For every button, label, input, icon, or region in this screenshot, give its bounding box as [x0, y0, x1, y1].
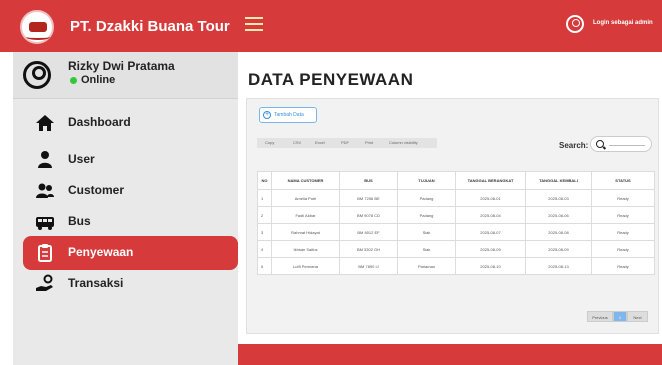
table-row: 3 Rahmat Hidayat BM 8012 EF Siak 2025-08… — [257, 223, 655, 241]
export-pdf-button[interactable]: PDF — [341, 140, 349, 145]
users-icon — [36, 183, 54, 198]
previous-page-button[interactable]: Previous — [587, 311, 613, 322]
bus-icon — [36, 217, 54, 230]
hamburger-menu-icon[interactable] — [245, 17, 263, 31]
search-label: Search: — [559, 141, 589, 150]
table-cell: 4 — [257, 240, 272, 258]
user-icon — [38, 151, 52, 168]
table-cell: Siak — [397, 223, 456, 241]
table-cell: Ready — [591, 206, 655, 224]
sidebar-item-customer[interactable]: Customer — [23, 176, 238, 206]
table-cell: 3 — [257, 223, 272, 241]
sidebar-item-user[interactable]: User — [23, 145, 238, 175]
table-cell: 5 — [257, 257, 272, 275]
column-header[interactable]: NO — [257, 171, 272, 190]
hand-coin-icon — [36, 274, 53, 291]
table-cell: Ready — [591, 223, 655, 241]
table-row: 1 Amelia Putri BM 7256 BE Padang 2025-08… — [257, 189, 655, 207]
column-header[interactable]: TUJUAN — [397, 171, 456, 190]
table-row: 5 Lutfi Permana BM 7890 IJ Pariaman 2025… — [257, 257, 655, 275]
pagination: Previous 1 Next — [587, 311, 648, 322]
column-header[interactable]: TANGGAL KEMBALI — [525, 171, 592, 190]
footer-bar — [238, 344, 662, 365]
table-cell: BM 7890 IJ — [339, 257, 398, 275]
user-profile: Rizky Dwi Pratama Online — [13, 52, 238, 99]
table-cell: 2025-08-06 — [525, 206, 592, 224]
clipboard-icon — [38, 244, 52, 262]
page-1-button[interactable]: 1 — [613, 311, 627, 322]
next-page-button[interactable]: Next — [627, 311, 648, 322]
table-cell: 2025-08-10 — [455, 257, 526, 275]
sidebar-item-dashboard[interactable]: Dashboard — [23, 108, 238, 138]
table-cell: Siak — [397, 240, 456, 258]
export-buttons: Copy CSV Excel PDF Print Column visibili… — [257, 138, 437, 148]
table-cell: 2025-08-07 — [455, 223, 526, 241]
brand-name: PT. Dzakki Buana Tour — [70, 18, 230, 35]
table-cell: Pariaman — [397, 257, 456, 275]
avatar-icon — [23, 61, 51, 89]
table-cell: 2025-08-03 — [525, 189, 592, 207]
table-cell: Padang — [397, 189, 456, 207]
table-cell: Padang — [397, 206, 456, 224]
table-cell: Ready — [591, 240, 655, 258]
export-print-button[interactable]: Print — [365, 140, 373, 145]
rental-table: NO NAMA CUSTOMER BUS TUJUAN TANGGAL BERA… — [257, 171, 655, 275]
table-cell: BM 7256 BE — [339, 189, 398, 207]
column-visibility-button[interactable]: Column visibility — [389, 140, 418, 145]
brand-logo — [20, 10, 54, 44]
home-icon — [36, 115, 54, 131]
plus-circle-icon: + — [263, 111, 271, 119]
search-icon — [596, 140, 604, 148]
profile-name: Rizky Dwi Pratama — [68, 59, 175, 73]
sidebar-item-label: Dashboard — [68, 115, 131, 129]
online-status-text: Online — [81, 74, 116, 86]
table-cell: Ready — [591, 257, 655, 275]
page-title: DATA PENYEWAAN — [248, 70, 414, 89]
table-cell: 2025-08-09 — [525, 240, 592, 258]
data-card: + Tambah Data Copy CSV Excel PDF Print C… — [246, 98, 659, 334]
table-cell: 2025-08-09 — [455, 240, 526, 258]
sidebar-item-transaksi[interactable]: Transaksi — [23, 269, 238, 299]
sidebar-item-penyewaan[interactable]: Penyewaan — [23, 236, 238, 270]
table-cell: Ikhsan Saifus — [271, 240, 340, 258]
table-cell: 2025-08-08 — [525, 223, 592, 241]
export-copy-button[interactable]: Copy — [265, 140, 274, 145]
table-cell: Lutfi Permana — [271, 257, 340, 275]
table-cell: Amelia Putri — [271, 189, 340, 207]
table-cell: BM 9078 CD — [339, 206, 398, 224]
online-status-dot — [70, 77, 77, 84]
add-data-label: Tambah Data — [274, 112, 304, 118]
table-cell: 1 — [257, 189, 272, 207]
sidebar-item-label: Transaksi — [68, 276, 124, 290]
top-bar: PT. Dzakki Buana Tour Login sebagai admi… — [0, 0, 662, 52]
sidebar-item-label: User — [68, 152, 95, 166]
column-header[interactable]: BUS — [339, 171, 398, 190]
table-cell: BM 8012 EF — [339, 223, 398, 241]
table-cell: Ready — [591, 189, 655, 207]
table-header-row: NO NAMA CUSTOMER BUS TUJUAN TANGGAL BERA… — [257, 171, 655, 190]
export-excel-button[interactable]: Excel — [315, 140, 325, 145]
table-row: 4 Ikhsan Saifus BM 3302 GH Siak 2025-08-… — [257, 240, 655, 258]
sidebar-item-bus[interactable]: Bus — [23, 207, 238, 237]
sidebar: Rizky Dwi Pratama Online Dashboard User … — [13, 52, 238, 365]
sidebar-item-label: Penyewaan — [68, 245, 134, 259]
column-header[interactable]: STATUS — [591, 171, 655, 190]
table-row: 2 Fadli Akbar BM 9078 CD Padang 2025-08-… — [257, 206, 655, 224]
column-header[interactable]: TANGGAL BERANGKAT — [455, 171, 526, 190]
table-cell: BM 3302 GH — [339, 240, 398, 258]
sidebar-item-label: Bus — [68, 214, 91, 228]
table-cell: 2025-08-01 — [455, 189, 526, 207]
table-cell: 2025-08-04 — [455, 206, 526, 224]
export-csv-button[interactable]: CSV — [293, 140, 301, 145]
add-data-button[interactable]: + Tambah Data — [259, 107, 317, 123]
table-cell: 2025-08-13 — [525, 257, 592, 275]
column-header[interactable]: NAMA CUSTOMER — [271, 171, 340, 190]
login-status-text[interactable]: Login sebagai admin — [593, 20, 653, 26]
search-input[interactable] — [590, 136, 652, 152]
table-cell: Rahmat Hidayat — [271, 223, 340, 241]
user-circle-icon[interactable] — [566, 15, 584, 33]
table-cell: Fadli Akbar — [271, 206, 340, 224]
sidebar-item-label: Customer — [68, 183, 125, 197]
table-cell: 2 — [257, 206, 272, 224]
